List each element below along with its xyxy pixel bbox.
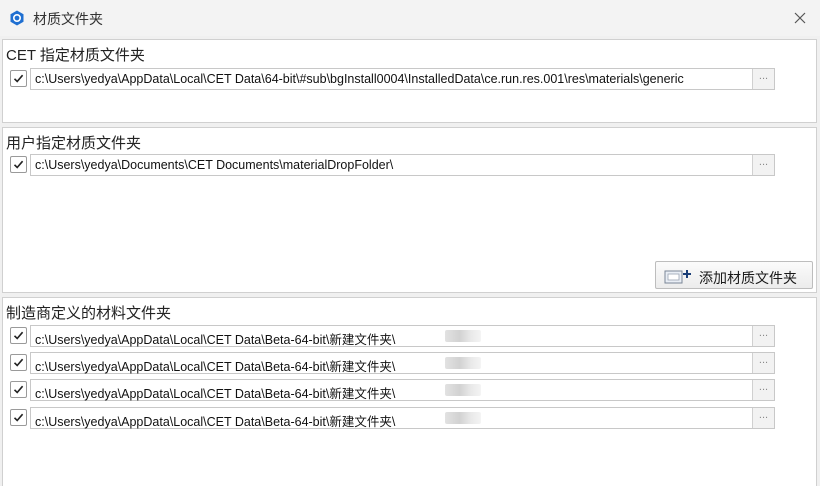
- folder-checkbox[interactable]: [10, 156, 27, 173]
- folder-row: c:\Users\yedya\Documents\CET Documents\m…: [10, 154, 775, 176]
- checkmark-icon: [13, 358, 24, 367]
- browse-button[interactable]: ...: [752, 353, 774, 373]
- folder-path-text: c:\Users\yedya\AppData\Local\CET Data\Be…: [35, 415, 396, 429]
- browse-button[interactable]: ...: [752, 69, 774, 89]
- folder-path-field[interactable]: c:\Users\yedya\AppData\Local\CET Data\Be…: [30, 352, 775, 374]
- folder-checkbox[interactable]: [10, 354, 27, 371]
- folder-path-text: c:\Users\yedya\AppData\Local\CET Data\64…: [35, 72, 684, 86]
- add-material-folder-button[interactable]: 添加材质文件夹: [655, 261, 813, 289]
- folder-path-text: c:\Users\yedya\AppData\Local\CET Data\Be…: [35, 387, 396, 401]
- folder-path-field[interactable]: c:\Users\yedya\AppData\Local\CET Data\Be…: [30, 325, 775, 347]
- add-material-folder-label: 添加材质文件夹: [699, 270, 797, 286]
- folder-path-text: c:\Users\yedya\Documents\CET Documents\m…: [35, 158, 394, 172]
- folder-row: c:\Users\yedya\AppData\Local\CET Data\64…: [10, 68, 775, 90]
- redacted-text: [445, 330, 481, 342]
- browse-button[interactable]: ...: [752, 380, 774, 400]
- checkmark-icon: [13, 331, 24, 340]
- folder-path-text: c:\Users\yedya\AppData\Local\CET Data\Be…: [35, 360, 396, 374]
- folder-checkbox[interactable]: [10, 409, 27, 426]
- add-folder-icon: [664, 270, 691, 284]
- folder-checkbox[interactable]: [10, 381, 27, 398]
- checkmark-icon: [13, 413, 24, 422]
- redacted-text: [445, 357, 481, 369]
- browse-button[interactable]: ...: [752, 408, 774, 428]
- title-bar: 材质文件夹: [0, 0, 820, 36]
- folder-row: c:\Users\yedya\AppData\Local\CET Data\Be…: [10, 407, 775, 429]
- manufacturer-folders-title: 制造商定义的材料文件夹: [6, 305, 172, 322]
- redacted-text: [445, 384, 481, 396]
- user-folders-panel: 用户指定材质文件夹 c:\Users\yedya\Documents\CET D…: [2, 127, 817, 293]
- folder-checkbox[interactable]: [10, 327, 27, 344]
- folder-checkbox[interactable]: [10, 70, 27, 87]
- user-folders-title: 用户指定材质文件夹: [6, 135, 142, 152]
- checkmark-icon: [13, 160, 24, 169]
- cet-app-icon: [10, 10, 24, 26]
- folder-path-field[interactable]: c:\Users\yedya\AppData\Local\CET Data\Be…: [30, 407, 775, 429]
- checkmark-icon: [13, 74, 24, 83]
- browse-button[interactable]: ...: [752, 155, 774, 175]
- manufacturer-folders-panel: 制造商定义的材料文件夹 c:\Users\yedya\AppData\Local…: [2, 297, 817, 486]
- folder-path-field[interactable]: c:\Users\yedya\AppData\Local\CET Data\64…: [30, 68, 775, 90]
- window-title: 材质文件夹: [33, 11, 103, 27]
- cet-folders-panel: CET 指定材质文件夹 c:\Users\yedya\AppData\Local…: [2, 39, 817, 123]
- redacted-text: [445, 412, 481, 424]
- folder-row: c:\Users\yedya\AppData\Local\CET Data\Be…: [10, 379, 775, 401]
- close-icon[interactable]: [792, 10, 808, 26]
- folder-path-field[interactable]: c:\Users\yedya\Documents\CET Documents\m…: [30, 154, 775, 176]
- browse-button[interactable]: ...: [752, 326, 774, 346]
- folder-row: c:\Users\yedya\AppData\Local\CET Data\Be…: [10, 352, 775, 374]
- folder-path-field[interactable]: c:\Users\yedya\AppData\Local\CET Data\Be…: [30, 379, 775, 401]
- folder-path-text: c:\Users\yedya\AppData\Local\CET Data\Be…: [35, 333, 396, 347]
- folder-row: c:\Users\yedya\AppData\Local\CET Data\Be…: [10, 325, 775, 347]
- checkmark-icon: [13, 385, 24, 394]
- cet-folders-title: CET 指定材质文件夹: [6, 47, 145, 64]
